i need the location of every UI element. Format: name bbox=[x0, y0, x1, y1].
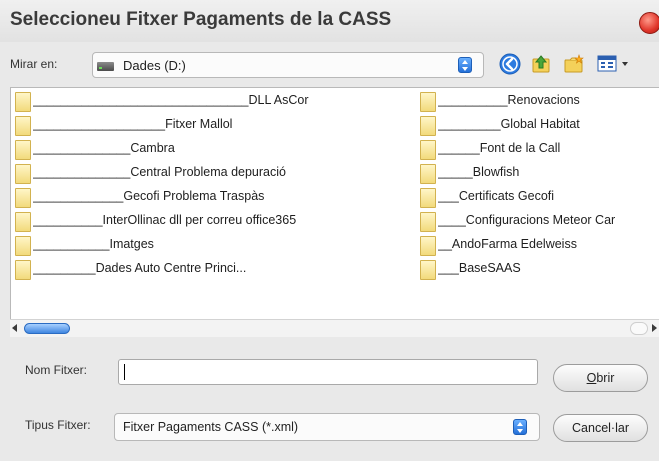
folder-name: ___BaseSAAS bbox=[438, 261, 521, 275]
folder-icon bbox=[15, 140, 31, 160]
file-chooser-dialog: Seleccioneu Fitxer Pagaments de la CASS … bbox=[0, 0, 659, 461]
up-folder-button[interactable] bbox=[527, 50, 555, 78]
back-button[interactable] bbox=[496, 50, 524, 78]
folder-item[interactable]: _____Blowfish bbox=[416, 162, 659, 186]
look-in-label: Mirar en: bbox=[10, 57, 58, 71]
up-folder-icon bbox=[532, 55, 550, 73]
file-type-value: Fitxer Pagaments CASS (*.xml) bbox=[123, 420, 299, 434]
folder-icon bbox=[15, 164, 31, 184]
scroll-left-icon[interactable] bbox=[12, 324, 17, 332]
file-type-label: Tipus Fitxer: bbox=[25, 418, 91, 432]
file-list[interactable]: _______________________________DLL AsCor… bbox=[10, 87, 659, 337]
folder-icon bbox=[15, 212, 31, 232]
folder-name: ______________Central Problema depuració bbox=[33, 165, 286, 179]
folder-icon bbox=[15, 116, 31, 136]
folder-name: ______________Cambra bbox=[33, 141, 175, 155]
folder-icon bbox=[420, 164, 436, 184]
folder-icon bbox=[420, 260, 436, 280]
close-icon[interactable] bbox=[639, 12, 659, 34]
look-in-row: Mirar en: Dades (D:) bbox=[0, 46, 659, 86]
folder-item[interactable]: _________Global Habitat bbox=[416, 114, 659, 138]
folder-icon bbox=[420, 188, 436, 208]
folder-name: _____Blowfish bbox=[438, 165, 520, 179]
scroll-right-icon[interactable] bbox=[652, 324, 657, 332]
text-caret bbox=[124, 364, 125, 380]
open-button[interactable]: Obrir bbox=[553, 364, 648, 392]
select-spinner-icon[interactable] bbox=[513, 419, 527, 435]
folder-item[interactable]: __________Renovacions bbox=[416, 90, 659, 114]
look-in-select[interactable]: Dades (D:) bbox=[92, 52, 484, 78]
file-name-label: Nom Fitxer: bbox=[25, 363, 88, 377]
horizontal-scrollbar[interactable] bbox=[10, 319, 659, 337]
folder-name: ______Font de la Call bbox=[438, 141, 561, 155]
select-spinner-icon[interactable] bbox=[458, 57, 472, 73]
folder-item[interactable]: ___Certificats Gecofi bbox=[416, 186, 659, 210]
dialog-title: Seleccioneu Fitxer Pagaments de la CASS bbox=[10, 9, 392, 30]
folder-icon bbox=[15, 236, 31, 256]
folder-item[interactable]: __________InterOllinac dll per correu of… bbox=[11, 210, 417, 234]
scroll-track-end bbox=[630, 322, 648, 335]
folder-icon bbox=[420, 212, 436, 232]
folder-name: _________Global Habitat bbox=[438, 117, 580, 131]
folder-icon bbox=[420, 92, 436, 112]
folder-item[interactable]: ______________Central Problema depuració bbox=[11, 162, 417, 186]
new-folder-button[interactable] bbox=[560, 50, 588, 78]
folder-name: ____Configuracions Meteor Car bbox=[438, 213, 616, 227]
folder-item[interactable]: _______________________________DLL AsCor bbox=[11, 90, 417, 114]
folder-item[interactable]: ______________Cambra bbox=[11, 138, 417, 162]
folder-item[interactable]: ___BaseSAAS bbox=[416, 258, 659, 282]
cancel-button[interactable]: Cancel·lar bbox=[553, 414, 648, 442]
folder-name: _____________Gecofi Problema Traspàs bbox=[33, 189, 265, 203]
file-type-select[interactable]: Fitxer Pagaments CASS (*.xml) bbox=[114, 413, 540, 441]
folder-icon bbox=[15, 188, 31, 208]
view-menu-button[interactable] bbox=[594, 50, 628, 78]
folder-name: ___Certificats Gecofi bbox=[438, 189, 555, 203]
view-menu-icon bbox=[597, 55, 628, 72]
back-icon bbox=[499, 53, 521, 75]
folder-item[interactable]: ______Font de la Call bbox=[416, 138, 659, 162]
folder-icon bbox=[420, 116, 436, 136]
folder-item[interactable]: ___________Imatges bbox=[11, 234, 417, 258]
folder-item[interactable]: _________Dades Auto Centre Princi... bbox=[11, 258, 417, 282]
title-bar[interactable]: Seleccioneu Fitxer Pagaments de la CASS bbox=[0, 0, 659, 42]
folder-name: __AndoFarma Edelweiss bbox=[438, 237, 577, 251]
folder-item[interactable]: _____________Gecofi Problema Traspàs bbox=[11, 186, 417, 210]
folder-name: __________Renovacions bbox=[438, 93, 580, 107]
folder-icon bbox=[420, 236, 436, 256]
drive-icon bbox=[97, 62, 114, 71]
new-folder-icon bbox=[564, 54, 584, 73]
folder-name: __________InterOllinac dll per correu of… bbox=[33, 213, 297, 227]
folder-name: ___________________Fitxer Mallol bbox=[33, 117, 233, 131]
open-button-label: brir bbox=[596, 371, 615, 385]
folder-item[interactable]: ____Configuracions Meteor Car bbox=[416, 210, 659, 234]
folder-name: _________Dades Auto Centre Princi... bbox=[33, 261, 247, 275]
folder-icon bbox=[15, 260, 31, 280]
folder-icon bbox=[420, 140, 436, 160]
folder-name: ___________Imatges bbox=[33, 237, 154, 251]
folder-icon bbox=[15, 92, 31, 112]
file-name-input[interactable] bbox=[118, 359, 538, 385]
folder-item[interactable]: ___________________Fitxer Mallol bbox=[11, 114, 417, 138]
folder-name: _______________________________DLL AsCor bbox=[33, 93, 309, 107]
look-in-value: Dades (D:) bbox=[123, 58, 186, 73]
folder-item[interactable]: __AndoFarma Edelweiss bbox=[416, 234, 659, 258]
file-list-right-column: __________Renovacions _________Global Ha… bbox=[416, 90, 659, 282]
scroll-thumb[interactable] bbox=[24, 323, 70, 334]
file-list-left-column: _______________________________DLL AsCor… bbox=[11, 90, 417, 282]
open-button-mnemonic: O bbox=[586, 371, 597, 385]
